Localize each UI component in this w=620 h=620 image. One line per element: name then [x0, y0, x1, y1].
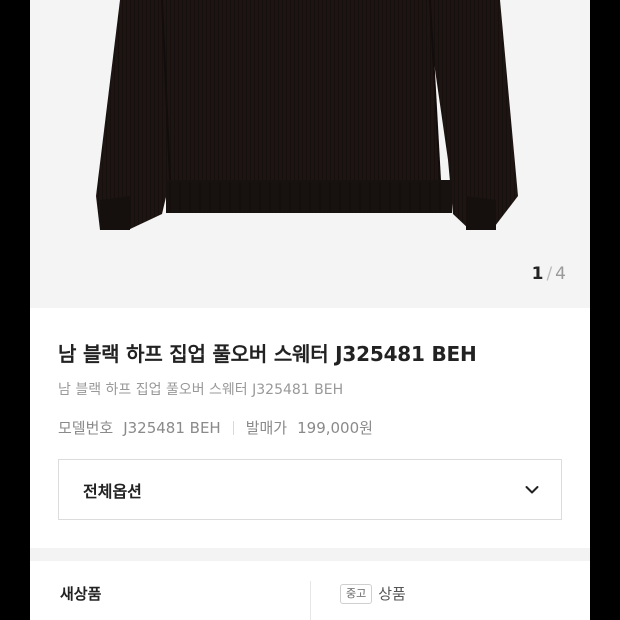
- product-title: 남 블랙 하프 집업 풀오버 스웨터 J325481 BEH: [58, 342, 477, 366]
- meta-divider: [232, 420, 234, 435]
- product-info: 남 블랙 하프 집업 풀오버 스웨터 J325481 BEH 남 블랙 하프 집…: [58, 338, 564, 438]
- condition-tabs: 새상품 중고 상품: [30, 561, 590, 620]
- pager-current: 1: [531, 264, 544, 284]
- product-subtitle: 남 블랙 하프 집업 풀오버 스웨터 J325481 BEH: [58, 382, 344, 398]
- product-page: 1/4 남 블랙 하프 집업 풀오버 스웨터 J325481 BEH 남 블랙 …: [30, 0, 590, 620]
- image-pager: 1/4: [532, 264, 566, 284]
- sweater-image: [96, 0, 518, 230]
- release-price-value: 199,000원: [297, 419, 373, 437]
- chevron-down-icon: [525, 485, 539, 493]
- all-options-dropdown[interactable]: 전체옵션: [58, 459, 562, 520]
- all-options-label: 전체옵션: [83, 481, 142, 501]
- used-badge: 중고: [340, 583, 373, 604]
- tab-divider: [310, 581, 311, 620]
- tab-used-item[interactable]: 중고 상품: [340, 583, 406, 604]
- release-price-label: 발매가: [245, 419, 288, 437]
- used-item-label: 상품: [378, 585, 406, 603]
- pager-separator: /: [546, 264, 553, 284]
- model-number-value: J325481 BEH: [123, 418, 221, 437]
- model-number-label: 모델번호: [58, 419, 114, 437]
- section-divider: [30, 548, 590, 561]
- product-meta: 모델번호 J325481 BEH 발매가 199,000원: [58, 417, 564, 438]
- product-image-gallery[interactable]: 1/4: [30, 0, 590, 308]
- pager-total: 4: [555, 264, 566, 284]
- tab-new-item[interactable]: 새상품: [60, 583, 101, 604]
